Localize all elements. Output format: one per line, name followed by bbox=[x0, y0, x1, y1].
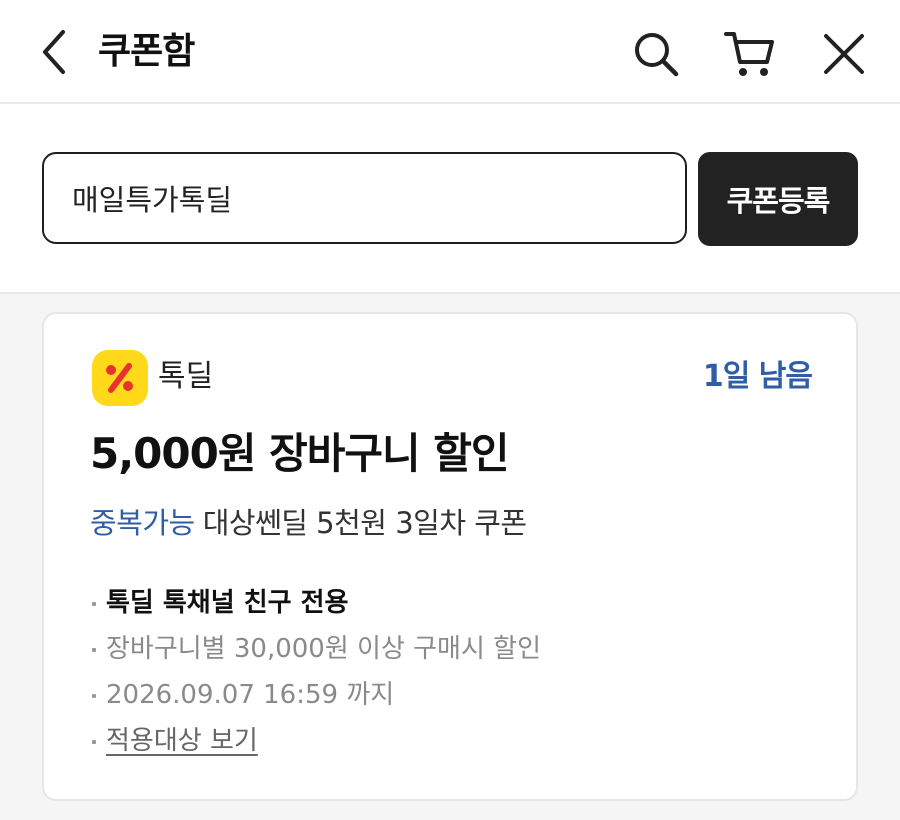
coupon-card[interactable]: 톡딜 1일 남음 5,000원 장바구니 할인 중복가능 대상쎈딜 5천원 3일차… bbox=[42, 312, 858, 801]
coupon-title: 5,000원 장바구니 할인 bbox=[90, 429, 510, 478]
coupon-subline: 중복가능 대상쎈딜 5천원 3일차 쿠폰 bbox=[90, 500, 527, 546]
search-button[interactable] bbox=[628, 26, 684, 82]
brand-logo bbox=[92, 350, 148, 406]
coupon-code-input[interactable] bbox=[42, 152, 687, 244]
coupon-details-list: 톡딜 톡채널 친구 전용 장바구니별 30,000원 이상 구매시 할인 202… bbox=[90, 580, 541, 764]
detail-exclusive: 톡딜 톡채널 친구 전용 bbox=[90, 580, 541, 626]
stackable-tag: 중복가능 bbox=[90, 506, 195, 540]
close-button[interactable] bbox=[816, 26, 872, 82]
coupon-register-button[interactable]: 쿠폰등록 bbox=[698, 152, 858, 246]
days-left-badge: 1일 남음 bbox=[702, 359, 813, 394]
detail-expiry: 2026.09.07 16:59 까지 bbox=[90, 672, 541, 718]
detail-condition: 장바구니별 30,000원 이상 구매시 할인 bbox=[90, 626, 541, 672]
view-targets-link[interactable]: 적용대상 보기 bbox=[106, 726, 258, 756]
top-app-bar: 쿠폰함 bbox=[0, 0, 900, 104]
back-button[interactable] bbox=[30, 26, 78, 78]
percent-icon bbox=[106, 363, 133, 393]
coupon-register-section: 쿠폰등록 bbox=[0, 104, 900, 294]
close-icon bbox=[824, 34, 864, 74]
coupon-description: 대상쎈딜 5천원 3일차 쿠폰 bbox=[202, 506, 527, 540]
page-title: 쿠폰함 bbox=[98, 31, 195, 72]
cart-icon bbox=[724, 32, 774, 76]
search-icon bbox=[635, 33, 679, 77]
brand-name: 톡딜 bbox=[158, 359, 214, 394]
back-arrow-icon bbox=[43, 30, 65, 74]
detail-view-targets: 적용대상 보기 bbox=[90, 718, 541, 764]
cart-button[interactable] bbox=[722, 26, 778, 82]
